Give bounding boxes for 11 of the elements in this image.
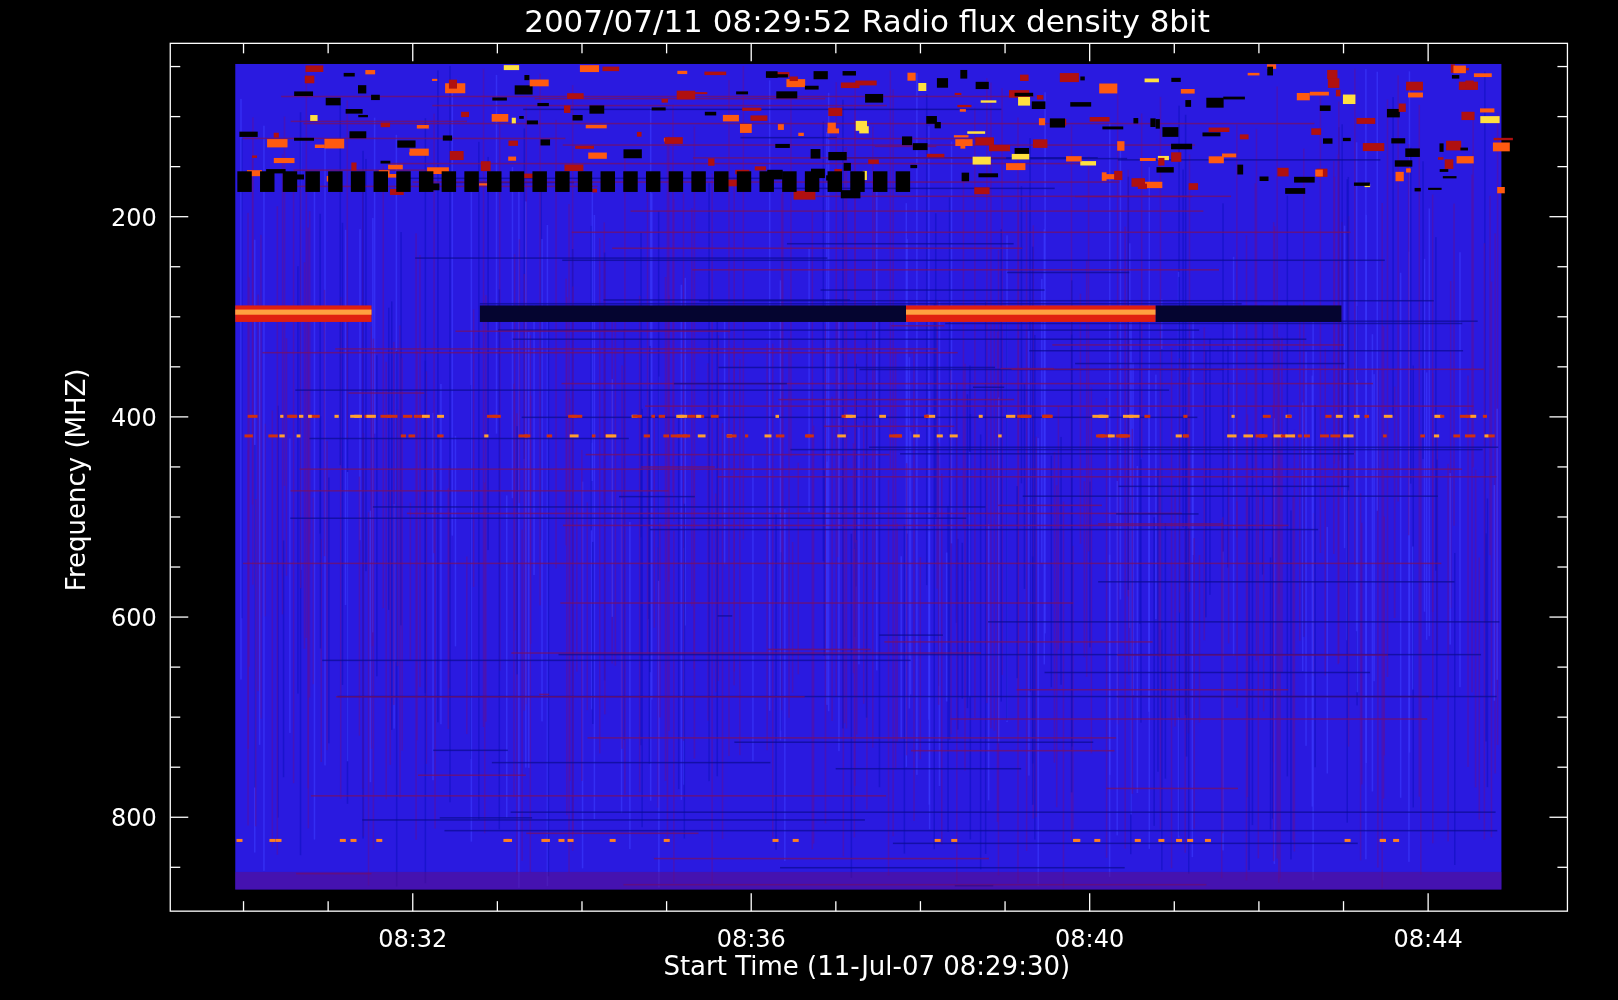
x-tick-label: 08:40 — [1055, 925, 1125, 954]
x-tick-label: 08:36 — [716, 925, 786, 954]
chart-title: 2007/07/11 08:29:52 Radio flux density 8bit — [524, 3, 1210, 39]
y-tick-label: 400 — [111, 403, 157, 432]
x-tick-label: 08:44 — [1393, 925, 1463, 954]
y-tick-label: 200 — [111, 203, 157, 232]
x-axis-label: Start Time (11-Jul-07 08:29:30) — [663, 951, 1071, 982]
y-axis-label: Frequency (MHZ) — [60, 368, 91, 592]
y-tick-label: 800 — [111, 804, 157, 833]
y-tick-label: 600 — [111, 604, 157, 633]
x-tick-label: 08:32 — [378, 925, 448, 954]
